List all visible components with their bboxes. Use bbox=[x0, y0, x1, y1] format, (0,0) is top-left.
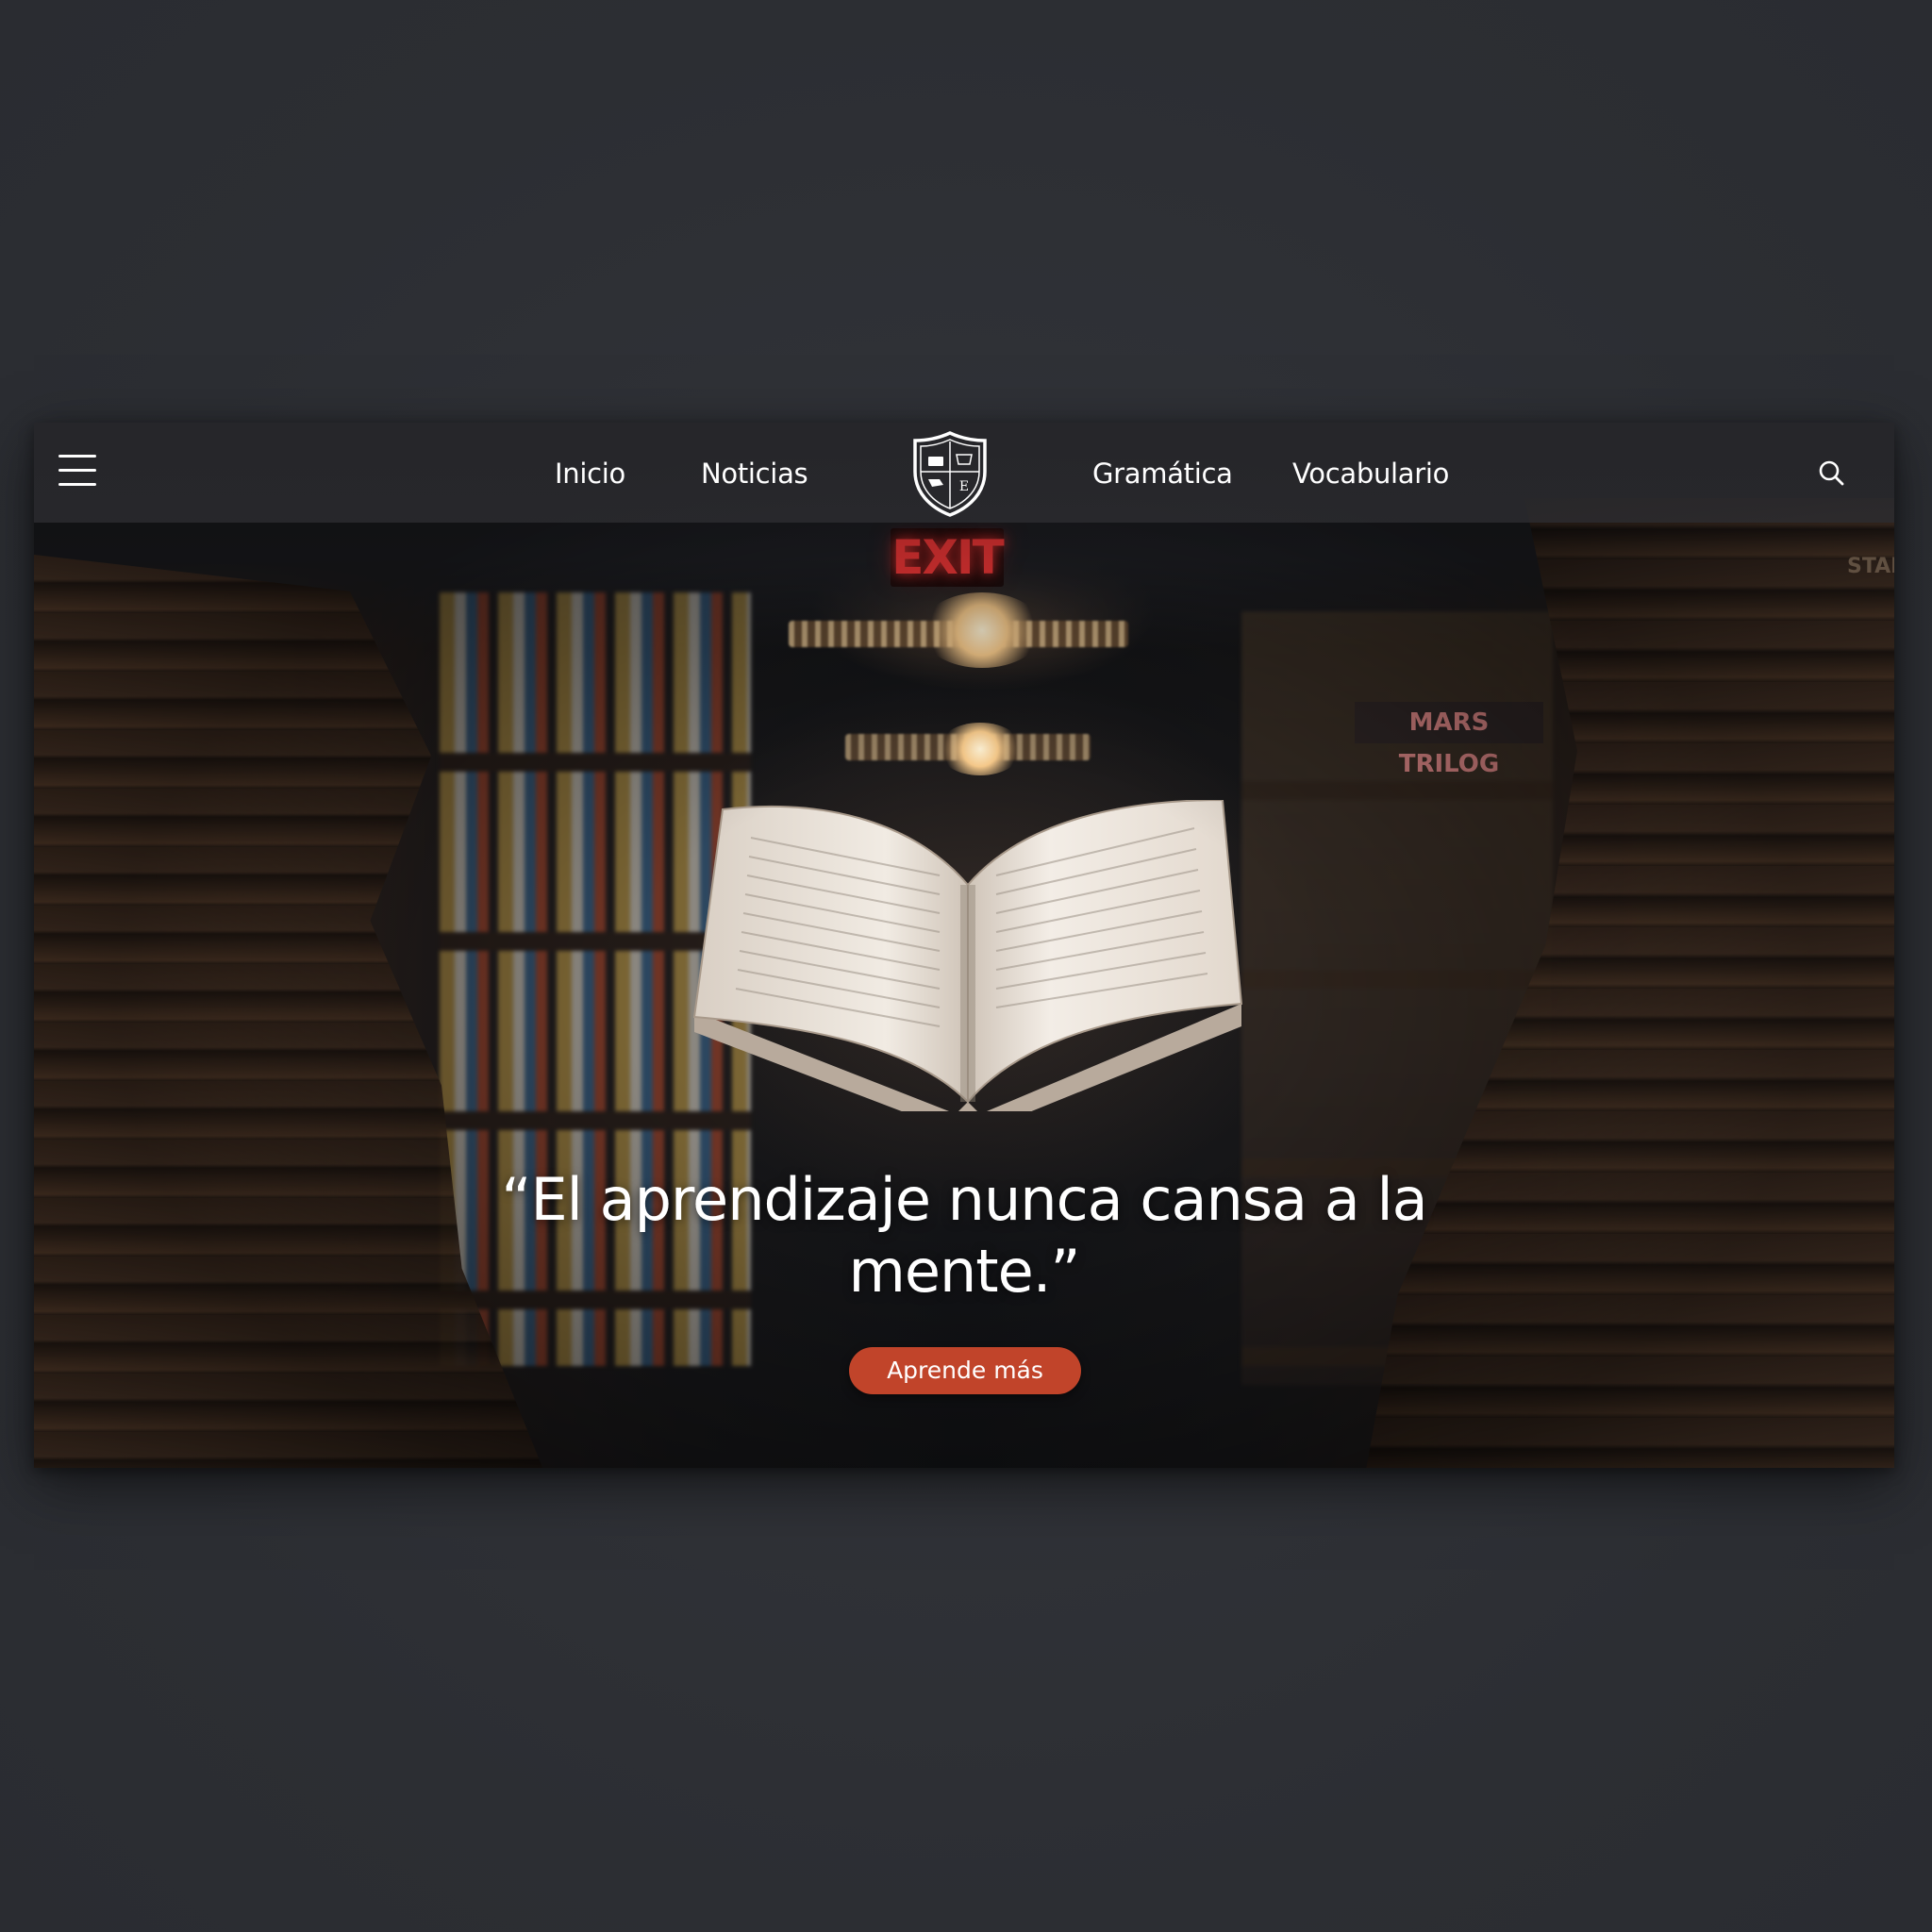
hero-quote: “El aprendizaje nunca cansa a la mente.” bbox=[501, 1165, 1427, 1306]
hamburger-menu-icon[interactable] bbox=[58, 455, 98, 489]
logo-letter: E bbox=[959, 479, 969, 494]
learn-more-button[interactable]: Aprende más bbox=[849, 1347, 1081, 1394]
top-navbar: Inicio Noticias E Gramática Vocabulario bbox=[34, 423, 1894, 523]
nav-link-gramatica[interactable]: Gramática bbox=[1092, 455, 1233, 492]
nav-link-vocabulario[interactable]: Vocabulario bbox=[1292, 455, 1449, 492]
website-mockup: EXIT MARS TRILOG STAN bbox=[34, 423, 1894, 1468]
search-icon[interactable] bbox=[1817, 458, 1847, 489]
shield-crest-logo-icon[interactable]: E bbox=[911, 430, 989, 517]
exit-sign: EXIT bbox=[891, 528, 1005, 587]
shelf-book-label: MARS TRILOG bbox=[1355, 702, 1543, 778]
book-spine-label: STAN bbox=[1847, 555, 1894, 578]
ceiling-lamp bbox=[921, 592, 1043, 668]
nav-link-noticias[interactable]: Noticias bbox=[701, 455, 808, 492]
nav-link-inicio[interactable]: Inicio bbox=[555, 455, 625, 492]
page-background: EXIT MARS TRILOG STAN bbox=[0, 0, 1932, 1932]
open-book-illustration bbox=[692, 800, 1243, 1111]
ceiling-lamp bbox=[938, 723, 1023, 775]
